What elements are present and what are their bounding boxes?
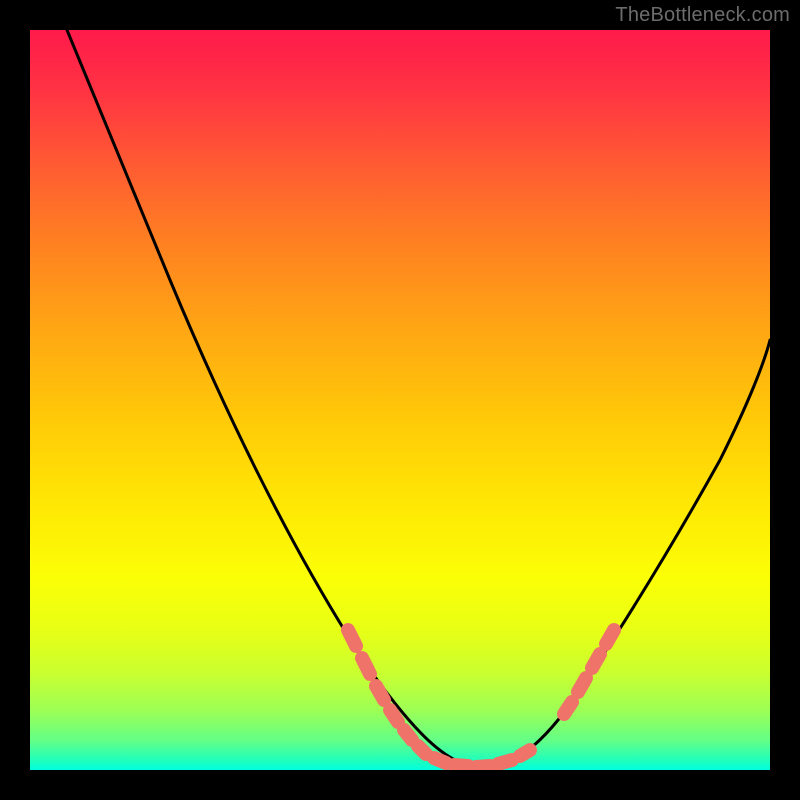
chart-frame: TheBottleneck.com bbox=[0, 0, 800, 800]
plot-area bbox=[30, 30, 770, 770]
curve-markers bbox=[348, 630, 614, 767]
bottleneck-curve bbox=[30, 30, 770, 770]
watermark-text: TheBottleneck.com bbox=[615, 4, 790, 27]
curve-path bbox=[67, 30, 770, 768]
